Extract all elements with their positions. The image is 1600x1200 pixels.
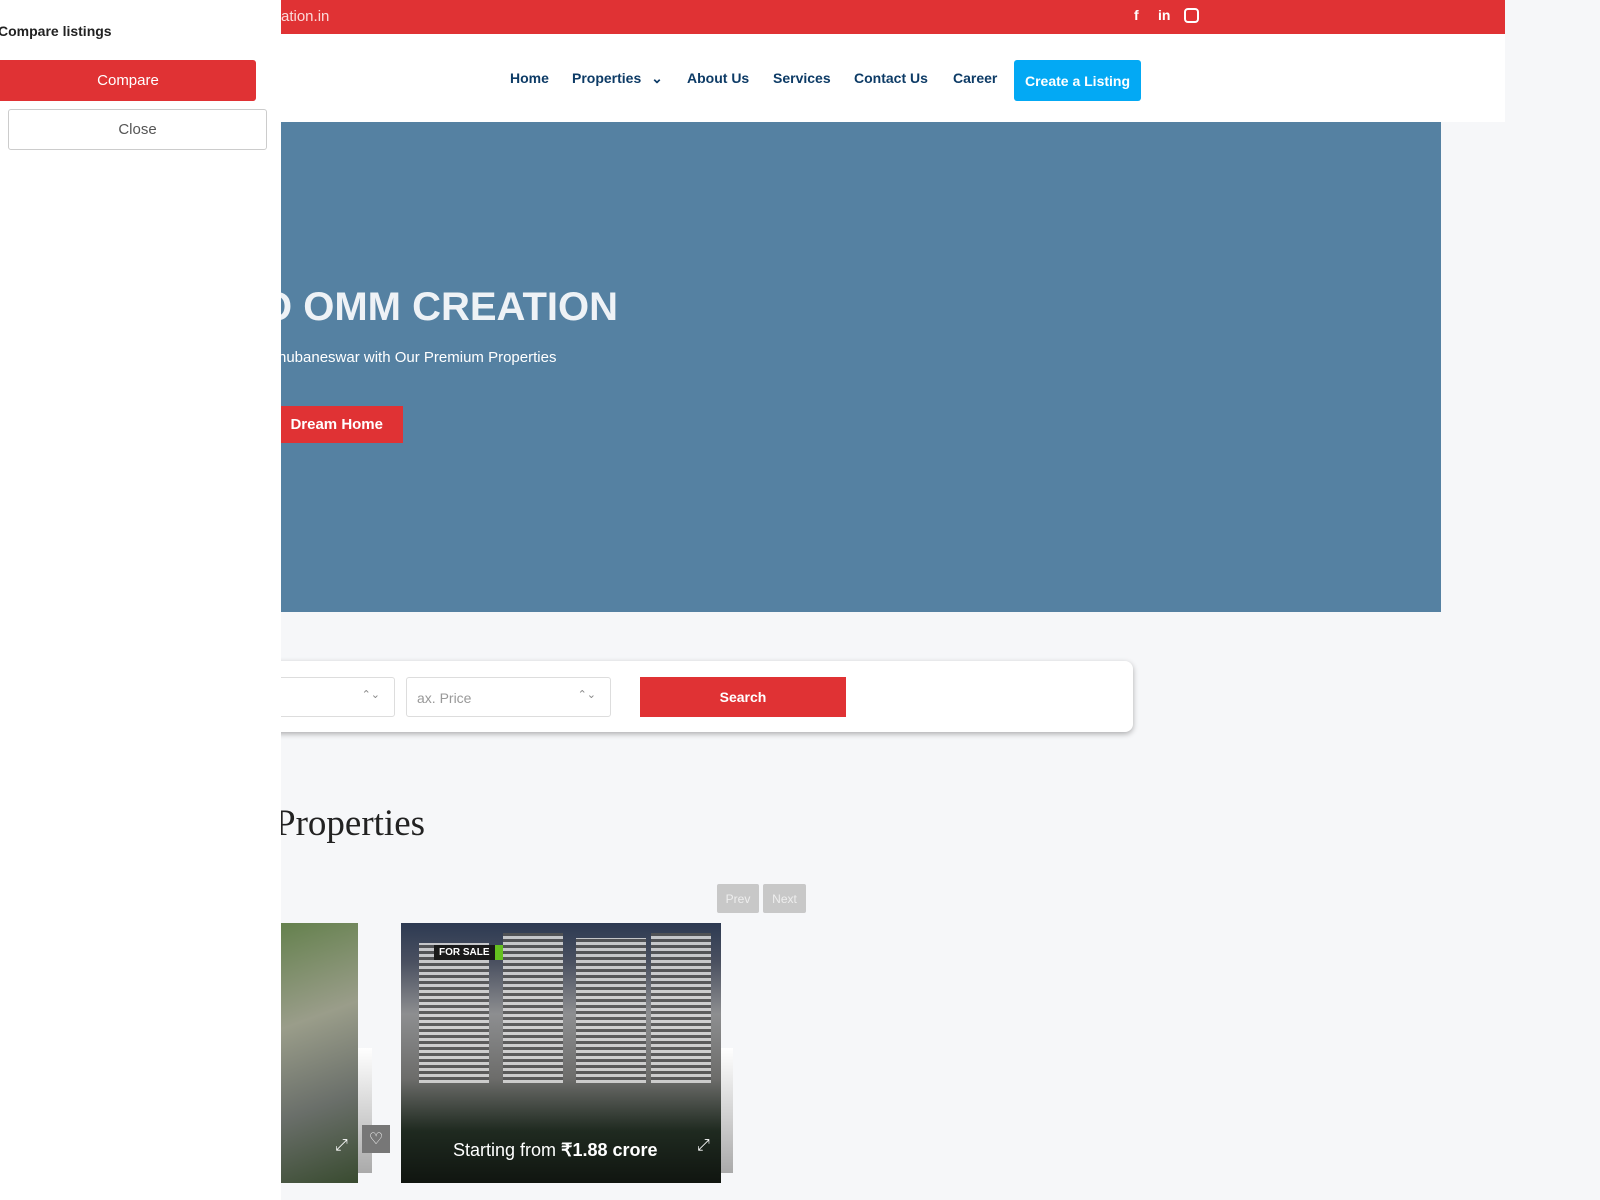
card-edge — [721, 1048, 733, 1173]
nav-services[interactable]: Services — [773, 70, 831, 86]
close-button[interactable]: Close — [8, 109, 267, 150]
search-button[interactable]: Search — [640, 677, 846, 717]
nav-contact[interactable]: Contact Us — [854, 70, 928, 86]
nav-about[interactable]: About Us — [687, 70, 749, 86]
instagram-icon[interactable] — [1184, 8, 1199, 23]
email-link[interactable]: ation.in — [281, 8, 329, 25]
hero-subtitle: hubaneswar with Our Premium Properties — [281, 349, 557, 366]
nav-properties-label: Properties — [572, 70, 642, 86]
hero-banner: O OMM CREATION hubaneswar with Our Premi… — [281, 122, 1441, 612]
favorite-heart-icon[interactable]: ♡ — [362, 1125, 390, 1153]
create-listing-button[interactable]: Create a Listing — [1014, 60, 1141, 101]
expand-icon[interactable]: ⤢ — [697, 1137, 710, 1155]
price-label: Starting from ₹1.88 crore — [453, 1140, 658, 1161]
price-prefix: Starting from — [453, 1140, 562, 1160]
select-arrows-icon: ⌃⌄ — [577, 689, 596, 701]
select-arrows-icon: ⌃⌄ — [361, 689, 380, 701]
max-price-placeholder: ax. Price — [417, 690, 472, 706]
search-bar: ⌃⌄ ax. Price ⌃⌄ Search — [240, 661, 1133, 732]
nav-home[interactable]: Home — [510, 70, 549, 86]
nav-properties[interactable]: Properties ⌄ — [572, 70, 663, 87]
hero-title: O OMM CREATION — [281, 285, 619, 329]
header: Home Properties ⌄ About Us Services Cont… — [281, 34, 1505, 122]
compare-panel: Compare listings Compare Close — [0, 0, 281, 1200]
expand-icon[interactable]: ⤢ — [335, 1137, 348, 1155]
chevron-down-icon: ⌄ — [651, 70, 663, 86]
nav-career[interactable]: Career — [953, 70, 997, 86]
top-bar: ation.in f in — [281, 0, 1505, 34]
compare-button[interactable]: Compare — [0, 60, 256, 101]
prev-button[interactable]: Prev — [717, 884, 759, 913]
next-button[interactable]: Next — [763, 884, 806, 913]
property-card-image[interactable]: FOR SALE Starting from ₹1.88 crore ⤢ — [401, 923, 721, 1183]
find-dream-home-button[interactable]: Dream Home — [281, 406, 403, 443]
max-price-select[interactable]: ax. Price ⌃⌄ — [406, 677, 611, 717]
facebook-icon[interactable]: f — [1134, 7, 1139, 23]
linkedin-icon[interactable]: in — [1158, 7, 1170, 23]
card-edge — [358, 1048, 372, 1173]
compare-title: Compare listings — [0, 23, 112, 39]
price-value: ₹1.88 crore — [561, 1140, 658, 1160]
for-sale-badge: FOR SALE — [434, 945, 503, 960]
